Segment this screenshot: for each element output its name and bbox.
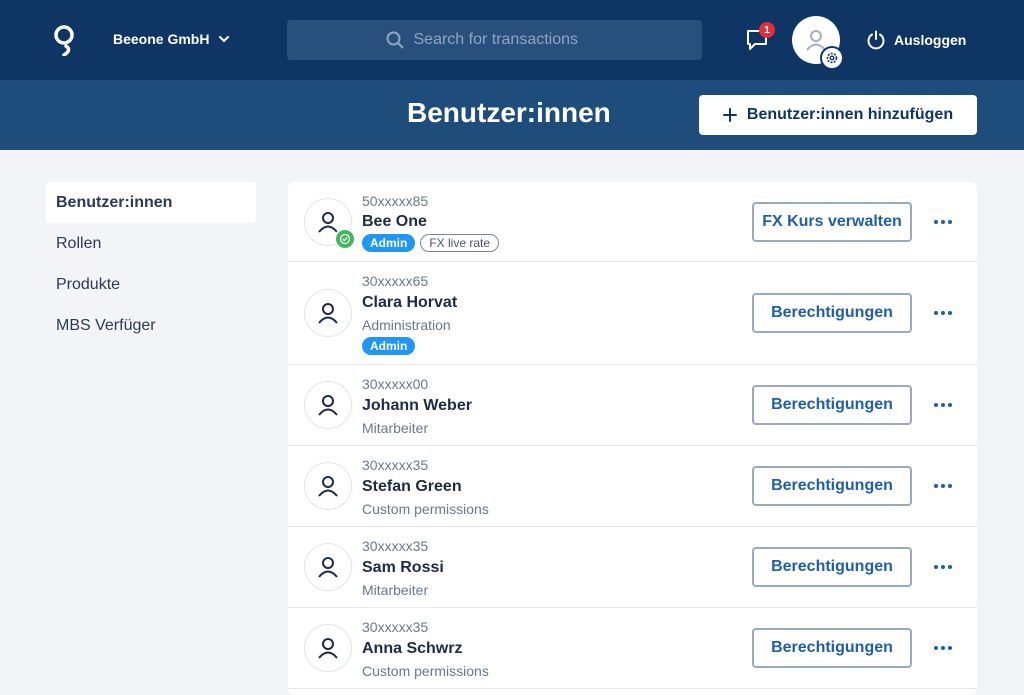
search-icon — [386, 31, 403, 49]
user-avatar — [304, 289, 352, 337]
user-avatar — [304, 462, 352, 510]
user-row: 30xxxxx00 Johann Weber Mitarbeiter Berec… — [288, 365, 977, 446]
user-name: Anna Schwrz — [362, 640, 463, 657]
more-horizontal-icon[interactable] — [928, 303, 958, 323]
check-circle-icon — [334, 228, 356, 250]
user-name: Stefan Green — [362, 478, 462, 495]
user-name: Sam Rossi — [362, 559, 444, 576]
badge-group: Admin — [362, 337, 416, 355]
user-icon — [318, 395, 338, 416]
search-bar[interactable] — [287, 20, 702, 60]
user-role: Mitarbeiter — [362, 420, 429, 436]
plus-icon — [722, 108, 737, 122]
gear-icon[interactable] — [820, 46, 844, 70]
permissions-button[interactable]: Berechtigungen — [752, 385, 912, 425]
sidebar: Benutzer:innen Rollen Produkte MBS Verfü… — [46, 182, 256, 346]
more-horizontal-icon[interactable] — [928, 395, 958, 415]
more-horizontal-icon[interactable] — [928, 476, 958, 496]
sidebar-item-mbs[interactable]: MBS Verfüger — [46, 305, 256, 346]
more-horizontal-icon[interactable] — [928, 212, 958, 232]
user-icon — [318, 476, 338, 497]
user-name: Bee One — [362, 213, 427, 230]
user-icon — [318, 638, 338, 659]
account-number: 30xxxxx00 — [362, 376, 429, 392]
fx-rate-manage-button[interactable]: FX Kurs verwalten — [752, 202, 912, 242]
admin-badge: Admin — [362, 337, 416, 355]
user-role: Administration — [362, 317, 451, 333]
badge-group: Admin FX live rate — [362, 234, 500, 252]
permissions-button[interactable]: Berechtigungen — [752, 293, 912, 333]
user-row: 30xxxxx35 Stefan Green Custom permission… — [288, 446, 977, 527]
sidebar-item-roles[interactable]: Rollen — [46, 223, 256, 264]
search-input[interactable] — [413, 31, 604, 49]
logout-label: Ausloggen — [894, 32, 967, 48]
add-user-button[interactable]: Benutzer:innen hinzufügen — [699, 95, 977, 135]
user-row: 30xxxxx35 Sam Rossi Mitarbeiter Berechti… — [288, 527, 977, 608]
permissions-button[interactable]: Berechtigungen — [752, 628, 912, 668]
more-horizontal-icon[interactable] — [928, 557, 958, 577]
user-name: Johann Weber — [362, 397, 472, 414]
user-list: 50xxxxx85 Bee One Admin FX live rate FX … — [288, 182, 977, 695]
user-avatar — [304, 381, 352, 429]
beeone-logo-icon[interactable] — [50, 24, 78, 56]
user-avatar — [304, 543, 352, 591]
power-icon — [867, 30, 885, 50]
logout-button[interactable]: Ausloggen — [866, 30, 966, 50]
add-user-label: Benutzer:innen hinzufügen — [746, 106, 954, 123]
notification-badge: 1 — [759, 22, 775, 38]
company-name: Beeone GmbH — [113, 31, 210, 47]
user-name: Clara Horvat — [362, 294, 458, 311]
fx-live-rate-badge: FX live rate — [420, 234, 500, 252]
chevron-down-icon — [219, 36, 230, 43]
user-icon — [318, 303, 338, 324]
user-row: 30xxxxx35 Anna Schwrz Custom permissions… — [288, 608, 977, 689]
user-avatar — [304, 624, 352, 672]
more-horizontal-icon[interactable] — [928, 638, 958, 658]
user-role: Custom permissions — [362, 501, 489, 517]
user-row: 30xxxxx65 Clara Horvat Administration Ad… — [288, 262, 977, 365]
sidebar-item-products[interactable]: Produkte — [46, 264, 256, 305]
user-row: 50xxxxx85 Bee One Admin FX live rate FX … — [288, 182, 977, 262]
user-role: Custom permissions — [362, 663, 489, 679]
company-selector[interactable]: Beeone GmbH — [113, 31, 231, 47]
account-number: 30xxxxx35 — [362, 619, 429, 635]
admin-badge: Admin — [362, 234, 416, 252]
sidebar-item-users[interactable]: Benutzer:innen — [46, 182, 256, 223]
account-number: 50xxxxx85 — [362, 193, 429, 209]
user-role: Mitarbeiter — [362, 582, 429, 598]
page-title: Benutzer:innen — [407, 97, 611, 128]
permissions-button[interactable]: Berechtigungen — [752, 547, 912, 587]
permissions-button[interactable]: Berechtigungen — [752, 466, 912, 506]
account-number: 30xxxxx35 — [362, 457, 429, 473]
account-number: 30xxxxx35 — [362, 538, 429, 554]
user-icon — [318, 212, 338, 233]
account-number: 30xxxxx65 — [362, 273, 429, 289]
user-icon — [318, 557, 338, 578]
